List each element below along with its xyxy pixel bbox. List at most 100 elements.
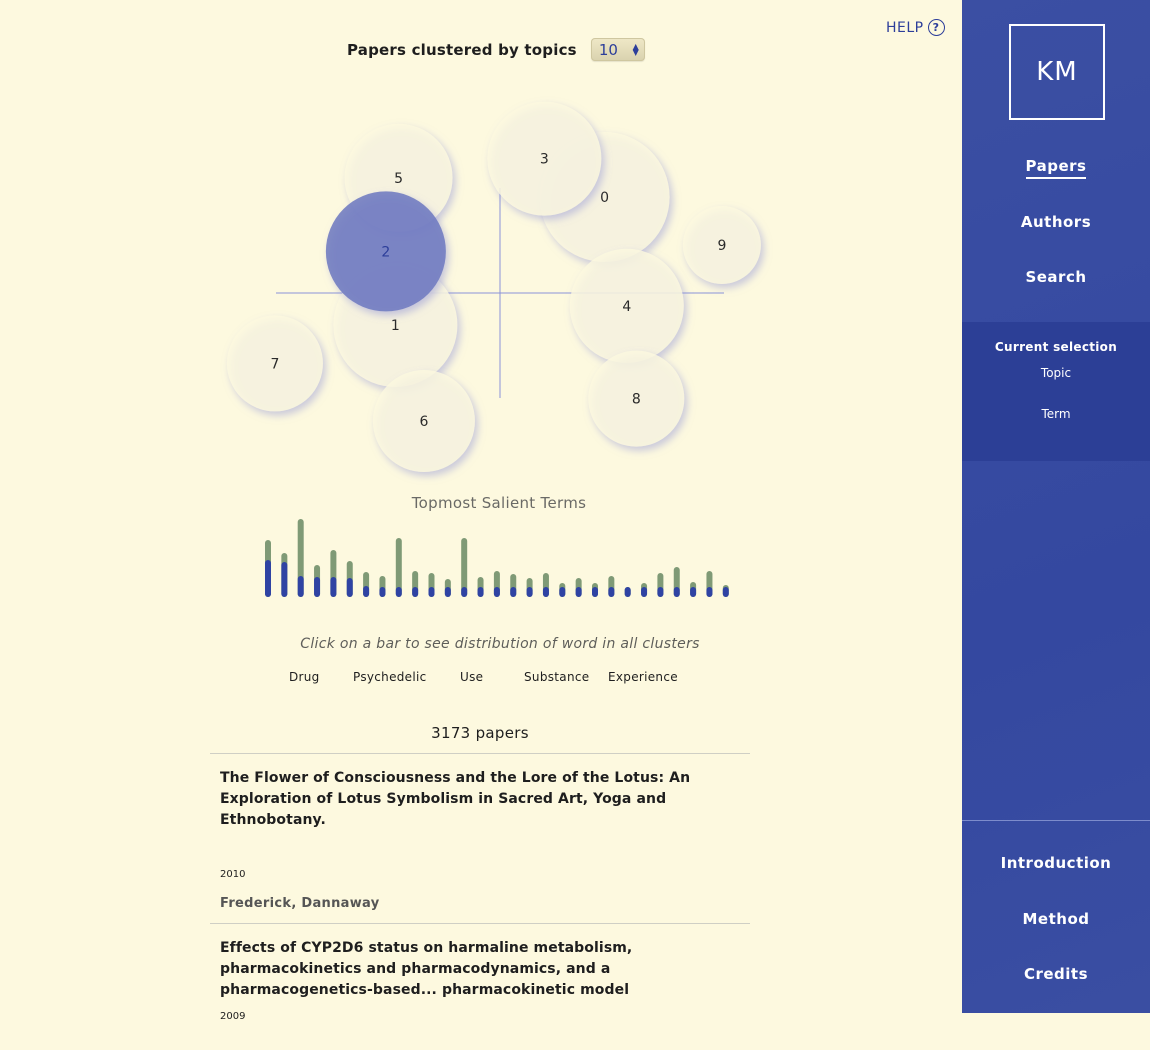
term-bar-18[interactable] [559, 583, 566, 597]
sidebar-divider [962, 820, 1150, 821]
term-label[interactable]: Psychedelic [353, 670, 427, 684]
bar-topic[interactable] [722, 587, 729, 597]
topic-bubble-2[interactable]: 2 [325, 191, 446, 312]
nav-authors[interactable]: Authors [962, 213, 1150, 231]
term-label[interactable]: Drug [289, 670, 320, 684]
topic-bubble-9[interactable]: 9 [682, 206, 761, 284]
term-bar-14[interactable] [493, 571, 500, 597]
bar-chart-hint: Click on a bar to see distribution of wo… [300, 636, 700, 652]
topic-bubble-3[interactable]: 3 [487, 101, 602, 216]
current-selection-panel: Current selection Topic Term [962, 322, 1150, 461]
topic-bubble-chart: 0 1 3 4 5 6 7 8 9 2 [226, 101, 761, 472]
bar-topic[interactable] [477, 587, 484, 597]
nav-label: Papers [1025, 157, 1087, 179]
topic-bubble-7[interactable]: 7 [226, 315, 323, 412]
paper-year: 2010 [220, 869, 246, 880]
bar-topic[interactable] [641, 587, 648, 597]
bar-topic[interactable] [346, 578, 353, 597]
term-bar-26[interactable] [690, 582, 697, 597]
term-bar-5[interactable] [346, 561, 353, 597]
term-bar-28[interactable] [722, 585, 729, 597]
bar-topic[interactable] [428, 587, 435, 597]
bar-topic[interactable] [330, 577, 337, 597]
paper-item[interactable]: The Flower of Consciousness and the Lore… [210, 753, 750, 923]
term-bar-9[interactable] [412, 571, 419, 597]
paper-item[interactable]: Effects of CYP2D6 status on harmaline me… [210, 923, 750, 1050]
bubble-label: 2 [381, 244, 390, 260]
term-bar-3[interactable] [314, 565, 321, 597]
bar-topic[interactable] [608, 587, 615, 597]
topic-bubble-8[interactable]: 8 [588, 350, 685, 447]
bar-topic[interactable] [493, 587, 500, 597]
bar-topic[interactable] [673, 587, 680, 597]
term-label[interactable]: Experience [608, 670, 678, 684]
paper-title[interactable]: The Flower of Consciousness and the Lore… [220, 768, 740, 831]
logo[interactable]: KM [1009, 24, 1105, 120]
bar-topic[interactable] [575, 587, 582, 597]
bar-topic[interactable] [592, 587, 598, 597]
bar-topic[interactable] [542, 587, 549, 597]
bar-topic[interactable] [624, 587, 631, 597]
term-bar-17[interactable] [542, 573, 549, 597]
bubble-label: 1 [391, 318, 400, 334]
bar-topic[interactable] [412, 587, 419, 597]
term-label[interactable]: Use [460, 670, 483, 684]
term-label[interactable]: Substance [524, 670, 589, 684]
term-bar-1[interactable] [281, 553, 288, 597]
nav-label: Method [1022, 910, 1090, 928]
term-bar-21[interactable] [608, 576, 615, 597]
nav-search[interactable]: Search [962, 268, 1150, 286]
bar-topic[interactable] [510, 587, 517, 597]
nav-introduction[interactable]: Introduction [962, 854, 1150, 872]
term-bar-7[interactable] [379, 576, 386, 597]
term-bar-4[interactable] [330, 550, 337, 597]
term-bar-2[interactable] [297, 519, 304, 597]
sidebar: KM Papers Authors Search Current selecti… [962, 0, 1150, 1013]
bar-topic[interactable] [526, 587, 533, 597]
term-bar-0[interactable] [265, 540, 271, 597]
term-bar-12[interactable] [461, 538, 468, 597]
topic-bubble-6[interactable]: 6 [372, 370, 475, 472]
bar-topic[interactable] [657, 587, 664, 597]
term-bar-16[interactable] [526, 578, 533, 597]
term-bar-25[interactable] [673, 567, 680, 597]
bar-topic[interactable] [265, 560, 271, 597]
nav-papers[interactable]: Papers [962, 157, 1150, 179]
term-bar-15[interactable] [510, 574, 517, 597]
bar-topic[interactable] [559, 587, 566, 597]
nav-credits[interactable]: Credits [962, 965, 1150, 983]
term-bar-22[interactable] [624, 587, 631, 597]
term-bar-8[interactable] [395, 538, 402, 597]
bar-topic[interactable] [363, 586, 370, 597]
bar-topic[interactable] [281, 562, 288, 597]
bubble-label: 5 [394, 171, 403, 187]
bar-topic[interactable] [690, 587, 697, 597]
paper-list: The Flower of Consciousness and the Lore… [210, 753, 750, 1050]
bubble-label: 7 [270, 356, 279, 372]
bar-topic[interactable] [297, 576, 304, 597]
term-bar-20[interactable] [592, 583, 598, 597]
topic-bubble-4[interactable]: 4 [569, 248, 684, 363]
term-bar-13[interactable] [477, 577, 484, 597]
term-bar-6[interactable] [363, 572, 370, 597]
selection-topic[interactable]: Topic [962, 366, 1150, 380]
bar-topic[interactable] [395, 587, 402, 597]
bar-topic[interactable] [379, 587, 386, 597]
term-bar-19[interactable] [575, 578, 582, 597]
term-bar-23[interactable] [641, 583, 648, 597]
bar-topic[interactable] [314, 577, 321, 597]
paper-title[interactable]: Effects of CYP2D6 status on harmaline me… [220, 938, 740, 1001]
bubble-label: 3 [540, 152, 549, 168]
term-bar-11[interactable] [444, 579, 451, 597]
term-bar-10[interactable] [428, 573, 435, 597]
bar-topic[interactable] [461, 587, 468, 597]
term-bar-24[interactable] [657, 573, 664, 597]
nav-label: Credits [1023, 965, 1089, 983]
selection-term[interactable]: Term [962, 407, 1150, 421]
term-bar-27[interactable] [706, 571, 713, 597]
term-labels: Drug Psychedelic Use Substance Experienc… [0, 670, 962, 688]
bar-topic[interactable] [706, 587, 713, 597]
nav-method[interactable]: Method [962, 910, 1150, 928]
bar-topic[interactable] [444, 587, 451, 597]
nav-label: Authors [1020, 213, 1092, 231]
